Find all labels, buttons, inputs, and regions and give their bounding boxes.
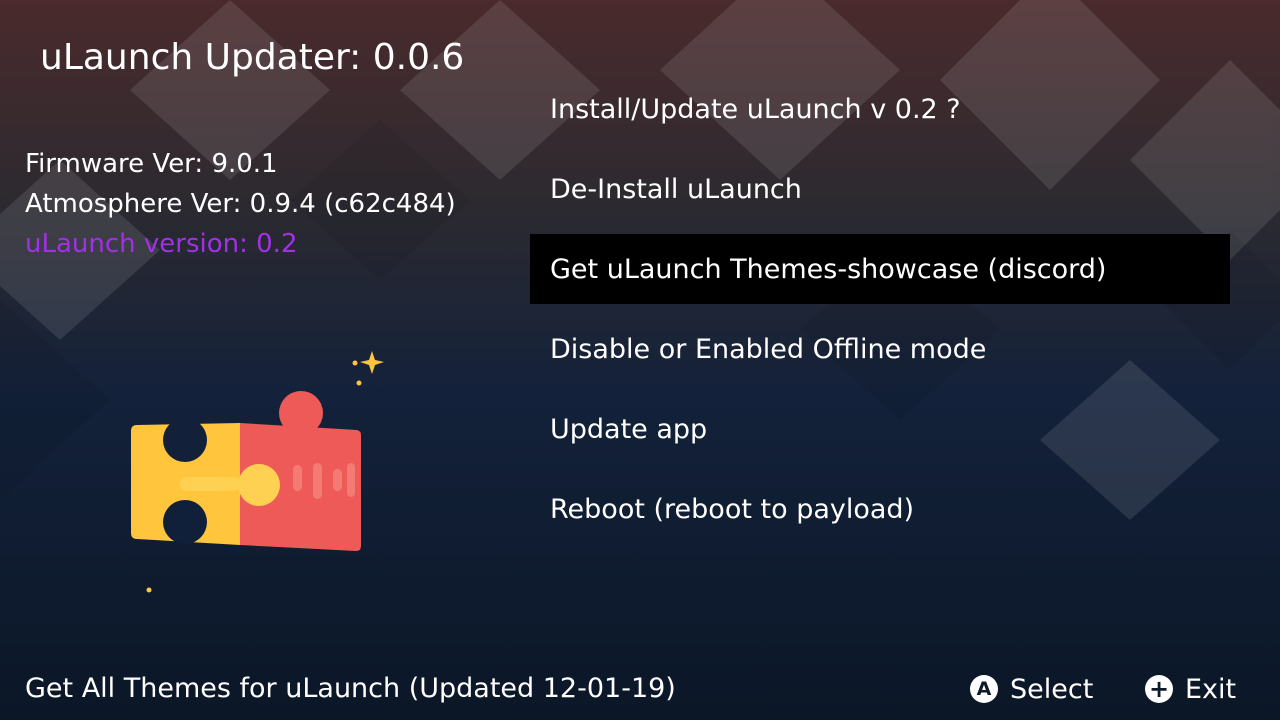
system-info: Firmware Ver: 9.0.1 Atmosphere Ver: 0.9.… bbox=[25, 144, 456, 264]
main-menu: Install/Update uLaunch v 0.2 ? De-Instal… bbox=[530, 74, 1230, 554]
a-button-icon: A bbox=[970, 675, 998, 703]
plus-button-icon: + bbox=[1145, 675, 1173, 703]
exit-label: Exit bbox=[1185, 673, 1237, 705]
menu-item-label: Get uLaunch Themes-showcase (discord) bbox=[550, 253, 1107, 285]
menu-item-themes-showcase[interactable]: Get uLaunch Themes-showcase (discord) bbox=[530, 234, 1230, 304]
menu-item-offline-mode[interactable]: Disable or Enabled Offline mode bbox=[530, 314, 1230, 384]
app-title: uLaunch Updater: 0.0.6 bbox=[40, 37, 465, 78]
menu-item-label: Update app bbox=[550, 413, 708, 445]
atmosphere-version: Atmosphere Ver: 0.9.4 (c62c484) bbox=[25, 189, 456, 219]
menu-item-reboot[interactable]: Reboot (reboot to payload) bbox=[530, 474, 1230, 544]
ulaunch-version: uLaunch version: 0.2 bbox=[25, 229, 298, 259]
menu-item-label: De-Install uLaunch bbox=[550, 173, 802, 205]
menu-item-label: Reboot (reboot to payload) bbox=[550, 493, 915, 525]
sparkle-icon bbox=[360, 351, 384, 374]
select-button[interactable]: A Select bbox=[970, 668, 1093, 710]
menu-item-update-app[interactable]: Update app bbox=[530, 394, 1230, 464]
menu-item-install-update[interactable]: Install/Update uLaunch v 0.2 ? bbox=[530, 74, 1230, 144]
select-label: Select bbox=[1010, 673, 1094, 705]
menu-item-uninstall[interactable]: De-Install uLaunch bbox=[530, 154, 1230, 224]
menu-item-label: Disable or Enabled Offline mode bbox=[550, 333, 987, 365]
puzzle-pieces-icon bbox=[131, 351, 384, 593]
firmware-version: Firmware Ver: 9.0.1 bbox=[25, 149, 278, 179]
menu-item-label: Install/Update uLaunch v 0.2 ? bbox=[550, 93, 961, 125]
exit-button[interactable]: + Exit bbox=[1145, 668, 1236, 710]
status-text: Get All Themes for uLaunch (Updated 12-0… bbox=[25, 673, 676, 704]
